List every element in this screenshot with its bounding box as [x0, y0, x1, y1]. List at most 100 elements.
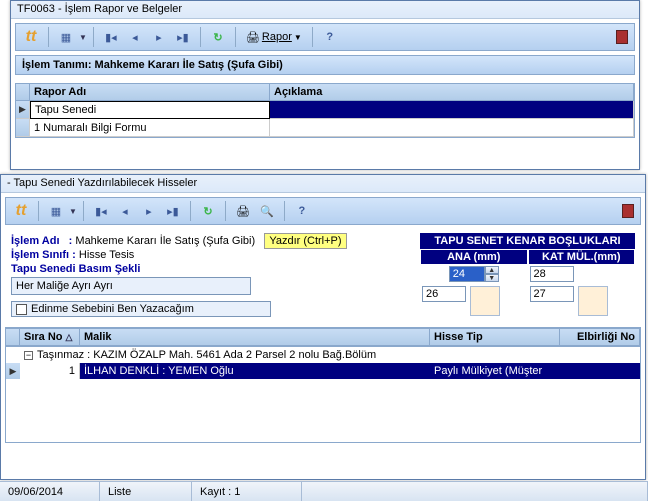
form-area: İşlem Adı : Mahkeme Kararı İle Satış (Şu…: [1, 229, 645, 323]
app-logo-icon[interactable]: tt: [20, 26, 42, 48]
help-icon[interactable]: ?: [291, 200, 313, 222]
shares-grid: Sıra No△ Malik Hisse Tip Elbirliği No: [5, 327, 641, 347]
status-date: 09/06/2014: [0, 482, 100, 501]
reports-window-title: TF0063 - İşlem Rapor ve Belgeler: [11, 1, 639, 19]
grid-view-icon[interactable]: ▦: [55, 26, 77, 48]
islem-adi-value: Mahkeme Kararı İle Satış (Şufa Gibi): [75, 235, 255, 247]
basim-sekli-value: Her Maliğe Ayrı Ayrı: [16, 280, 113, 292]
toolbar-separator: [83, 201, 84, 221]
edinme-checkbox[interactable]: Edinme Sebebini Ben Yazacağım: [11, 301, 271, 317]
cell-rapor-adi[interactable]: Tapu Senedi: [30, 101, 270, 119]
status-mode: Liste: [100, 482, 192, 501]
table-row[interactable]: ▶ 1 İLHAN DENKLİ : YEMEN Oğlu Paylı Mülk…: [6, 363, 640, 379]
app-logo-icon[interactable]: tt: [10, 200, 32, 222]
help-icon[interactable]: ?: [319, 26, 341, 48]
shares-window: - Tapu Senedi Yazdırılabilecek Hisseler …: [0, 174, 646, 480]
cell-hisse-tip[interactable]: Paylı Mülkiyet (Müşter: [430, 363, 560, 379]
shares-window-title: - Tapu Senedi Yazdırılabilecek Hisseler: [1, 175, 645, 193]
dropdown-icon[interactable]: ▼: [79, 33, 87, 42]
margins-title: TAPU SENET KENAR BOŞLUKLARI: [420, 233, 635, 249]
reports-window: TF0063 - İşlem Rapor ve Belgeler tt ▦ ▼ …: [10, 0, 640, 170]
nav-next-icon[interactable]: ▸: [138, 200, 160, 222]
reports-toolbar: tt ▦ ▼ ▮◂ ◂ ▸ ▸▮ ↻ 🖨 Rapor ▼ ?: [15, 23, 635, 51]
table-row[interactable]: ▶ Tapu Senedi: [16, 101, 634, 119]
column-elbirligi-no[interactable]: Elbirliği No: [560, 329, 640, 346]
row-indicator: [16, 119, 30, 137]
islem-adi-label: İşlem Adı: [11, 235, 60, 247]
basim-sekli-select[interactable]: Her Maliğe Ayrı Ayrı: [11, 277, 251, 295]
status-bar: 09/06/2014 Liste Kayıt : 1: [0, 481, 648, 501]
toolbar-separator: [190, 201, 191, 221]
column-rapor-adi[interactable]: Rapor Adı: [30, 84, 270, 101]
print-button[interactable]: Yazdır (Ctrl+P): [264, 233, 346, 249]
basim-sekli-label: Tapu Senedi Basım Şekli: [11, 263, 140, 275]
toolbar-separator: [93, 27, 94, 47]
margins-panel: TAPU SENET KENAR BOŞLUKLARI ANA (mm) KAT…: [420, 233, 635, 318]
nav-prev-icon[interactable]: ◂: [124, 26, 146, 48]
grid-corner: [6, 329, 20, 346]
cell-malik[interactable]: İLHAN DENKLİ : YEMEN Oğlu: [80, 363, 430, 379]
print-icon[interactable]: 🖨: [232, 200, 254, 222]
status-empty: [302, 482, 648, 501]
column-sira-no[interactable]: Sıra No△: [20, 329, 80, 346]
margin-ana-top-stepper[interactable]: 24 ▲ ▼: [449, 266, 499, 282]
current-row-indicator-icon: ▶: [6, 363, 20, 379]
column-malik[interactable]: Malik: [80, 329, 430, 346]
cell-rapor-adi[interactable]: 1 Numaralı Bilgi Formu: [30, 119, 270, 137]
toolbar-separator: [225, 201, 226, 221]
nav-last-icon[interactable]: ▸▮: [172, 26, 194, 48]
margin-ana-bottom-input[interactable]: 26: [422, 286, 466, 302]
shares-grid-header: Sıra No△ Malik Hisse Tip Elbirliği No: [6, 328, 640, 346]
print-report-label: Rapor: [262, 31, 292, 43]
nav-prev-icon[interactable]: ◂: [114, 200, 136, 222]
toolbar-separator: [48, 27, 49, 47]
margin-kat-top-input[interactable]: 28: [530, 266, 574, 282]
refresh-icon[interactable]: ↻: [207, 26, 229, 48]
reports-grid-header: Rapor Adı Açıklama: [16, 84, 634, 101]
margins-ana-header: ANA (mm): [421, 250, 527, 264]
margin-preview-box: [578, 286, 608, 316]
nav-first-icon[interactable]: ▮◂: [90, 200, 112, 222]
toolbar-separator: [235, 27, 236, 47]
cell-aciklama[interactable]: [270, 119, 634, 137]
print-preview-icon[interactable]: 🔍: [256, 200, 278, 222]
reports-grid: Rapor Adı Açıklama ▶ Tapu Senedi 1 Numar…: [15, 83, 635, 138]
refresh-icon[interactable]: ↻: [197, 200, 219, 222]
nav-last-icon[interactable]: ▸▮: [162, 200, 184, 222]
toolbar-separator: [200, 27, 201, 47]
grid-corner: [16, 84, 30, 101]
column-aciklama[interactable]: Açıklama: [270, 84, 634, 101]
nav-next-icon[interactable]: ▸: [148, 26, 170, 48]
margin-preview-box: [470, 286, 500, 316]
current-row-indicator-icon: ▶: [16, 101, 30, 119]
shares-toolbar: tt ▦ ▼ ▮◂ ◂ ▸ ▸▮ ↻ 🖨 🔍 ?: [5, 197, 641, 225]
margin-ana-top-value[interactable]: 24: [449, 266, 485, 282]
collapse-icon[interactable]: −: [24, 351, 33, 360]
checkbox-icon: [16, 304, 27, 315]
cell-elbirligi-no[interactable]: [560, 363, 640, 379]
cell-sira-no[interactable]: 1: [20, 363, 80, 379]
toolbar-separator: [312, 27, 313, 47]
print-report-button[interactable]: 🖨 Rapor ▼: [242, 31, 306, 44]
toolbar-separator: [38, 201, 39, 221]
dropdown-icon[interactable]: ▼: [69, 207, 77, 216]
spin-down-icon[interactable]: ▼: [485, 274, 499, 282]
islem-sinifi-value: Hisse Tesis: [79, 249, 134, 261]
dropdown-icon: ▼: [294, 33, 302, 42]
close-panel-icon[interactable]: [616, 30, 628, 44]
table-row[interactable]: 1 Numaralı Bilgi Formu: [16, 119, 634, 137]
printer-icon: 🖨: [246, 31, 260, 44]
status-record-count: Kayıt : 1: [192, 482, 302, 501]
edinme-label: Edinme Sebebini Ben Yazacağım: [31, 303, 194, 315]
group-row[interactable]: − Taşınmaz : KAZIM ÖZALP Mah. 5461 Ada 2…: [6, 347, 640, 363]
spin-up-icon[interactable]: ▲: [485, 266, 499, 274]
group-label: Taşınmaz : KAZIM ÖZALP Mah. 5461 Ada 2 P…: [37, 349, 376, 361]
close-panel-icon[interactable]: [622, 204, 634, 218]
margin-kat-bottom-input[interactable]: 27: [530, 286, 574, 302]
grid-view-icon[interactable]: ▦: [45, 200, 67, 222]
nav-first-icon[interactable]: ▮◂: [100, 26, 122, 48]
cell-aciklama[interactable]: [270, 101, 634, 119]
islem-sinifi-label: İşlem Sınıfı: [11, 249, 69, 261]
shares-grid-body: − Taşınmaz : KAZIM ÖZALP Mah. 5461 Ada 2…: [5, 347, 641, 443]
column-hisse-tip[interactable]: Hisse Tip: [430, 329, 560, 346]
